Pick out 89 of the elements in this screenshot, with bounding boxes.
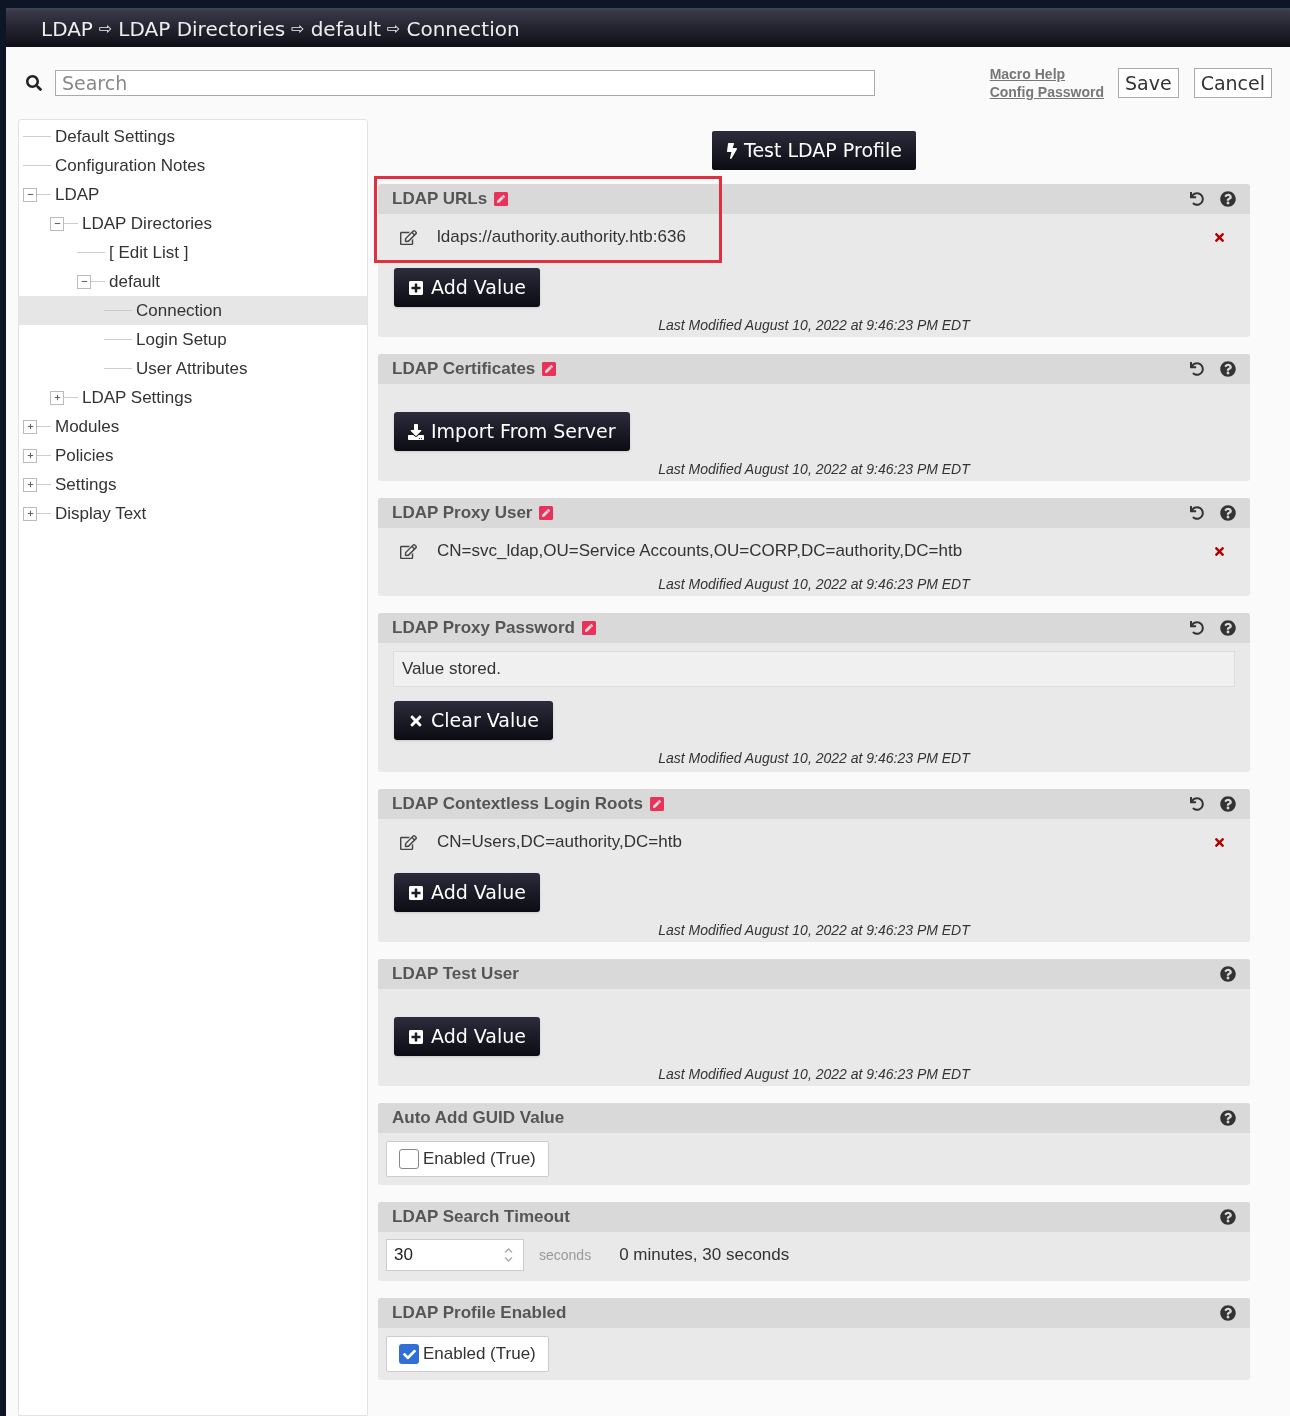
tree-item[interactable]: LDAP Settings — [19, 383, 367, 412]
toolbar-button[interactable]: Cancel — [1193, 68, 1272, 98]
tree-item[interactable]: Settings — [19, 470, 367, 499]
last-modified-text: Last Modified August 10, 2022 at 9:46:23 PM EDT — [658, 461, 970, 477]
panel-title: Auto Add GUID Value — [392, 1107, 565, 1130]
panel-title: LDAP Profile Enabled — [392, 1302, 567, 1325]
reset-icon[interactable] — [1190, 192, 1204, 206]
breadcrumb-item[interactable]: default — [310, 13, 382, 44]
link[interactable]: Config Password — [989, 83, 1104, 101]
last-modified-text: Last Modified August 10, 2022 at 9:46:23 PM EDT — [658, 922, 970, 938]
toolbar-button[interactable]: Save — [1118, 68, 1179, 98]
search-field[interactable]: Search — [54, 70, 875, 96]
panel-title: LDAP Proxy User — [392, 502, 533, 525]
duration-text: 0 minutes, 30 seconds — [619, 1244, 790, 1267]
breadcrumb-item[interactable]: LDAP — [41, 13, 93, 44]
download-icon — [408, 423, 424, 440]
test-button[interactable]: Test LDAP Profile — [712, 131, 916, 170]
expand-icon[interactable] — [23, 419, 37, 434]
value-text: CN=svc_ldap,OU=Service Accounts,OU=CORP,DC=authority,DC=htb — [437, 540, 964, 563]
panel-title: LDAP Test User — [392, 963, 519, 986]
checkbox-option[interactable]: Enabled (True) — [386, 1141, 549, 1177]
search-icon — [26, 75, 42, 91]
tree-item[interactable]: default — [19, 267, 367, 296]
last-modified-text: Last Modified August 10, 2022 at 9:46:23 PM EDT — [658, 317, 970, 333]
panel-title: LDAP Search Timeout — [392, 1206, 570, 1229]
unit-text: seconds — [539, 1245, 592, 1265]
action-button[interactable]: Add Value — [394, 1017, 540, 1056]
expand-icon[interactable] — [23, 506, 37, 521]
action-button[interactable]: Clear Value — [394, 701, 553, 740]
expand-icon[interactable] — [50, 390, 64, 405]
help-icon[interactable] — [1220, 796, 1236, 812]
help-icon[interactable] — [1220, 620, 1236, 636]
delete-icon[interactable] — [1213, 835, 1226, 849]
last-modified-text: Last Modified August 10, 2022 at 9:46:23 PM EDT — [658, 576, 970, 592]
tree-item[interactable]: Display Text — [19, 499, 367, 528]
action-button[interactable]: Import From Server — [394, 412, 630, 451]
tree-item[interactable]: User Attributes — [19, 354, 367, 383]
help-icon[interactable] — [1220, 191, 1236, 207]
tree-item[interactable]: Modules — [19, 412, 367, 441]
reset-icon[interactable] — [1190, 362, 1204, 376]
tree-item[interactable]: [ Edit List ] — [19, 238, 367, 267]
tree-item[interactable]: Default Settings — [19, 122, 367, 151]
help-icon[interactable] — [1220, 361, 1236, 377]
edit-icon[interactable] — [400, 542, 417, 560]
checkbox-option[interactable]: Enabled (True) — [386, 1336, 549, 1372]
separator-arrow: ⇨ — [98, 17, 113, 40]
checkbox[interactable] — [399, 1344, 419, 1364]
delete-icon[interactable] — [1213, 544, 1226, 558]
collapse-icon[interactable] — [50, 216, 64, 231]
help-icon[interactable] — [1220, 966, 1236, 982]
tree-item[interactable]: Connection — [19, 296, 367, 325]
reset-icon[interactable] — [1190, 797, 1204, 811]
help-icon[interactable] — [1220, 1209, 1236, 1225]
panel-title: LDAP URLs — [392, 188, 488, 211]
panel-title: LDAP Certificates — [392, 358, 536, 381]
tree-item[interactable]: Login Setup — [19, 325, 367, 354]
reset-icon[interactable] — [1190, 621, 1204, 635]
help-icon[interactable] — [1220, 505, 1236, 521]
reset-icon[interactable] — [1190, 506, 1204, 520]
stored-value-text: Value stored. — [393, 651, 1235, 687]
tree-item[interactable]: Policies — [19, 441, 367, 470]
tree-item[interactable]: Configuration Notes — [19, 151, 367, 180]
tree-item[interactable]: LDAP Directories — [19, 209, 367, 238]
breadcrumb-item[interactable]: LDAP Directories — [118, 13, 286, 44]
last-modified-text: Last Modified August 10, 2022 at 9:46:23 PM EDT — [658, 1066, 970, 1082]
help-icon[interactable] — [1220, 1305, 1236, 1321]
value-text: ldaps://authority.authority.htb:636 — [437, 226, 687, 249]
checkmark-icon — [402, 1347, 416, 1361]
edit-icon[interactable] — [400, 833, 417, 851]
edit-icon[interactable] — [400, 228, 417, 246]
action-button[interactable]: Add Value — [394, 268, 540, 307]
tree-item[interactable]: LDAP — [19, 180, 367, 209]
collapse-icon[interactable] — [23, 187, 37, 202]
action-button[interactable]: Add Value — [394, 873, 540, 912]
separator-arrow: ⇨ — [291, 17, 305, 40]
expand-icon[interactable] — [23, 477, 37, 492]
link[interactable]: Macro Help — [989, 65, 1104, 83]
help-icon[interactable] — [1220, 1110, 1236, 1126]
expand-icon[interactable] — [23, 448, 37, 463]
value-text: CN=Users,DC=authority,DC=htb — [437, 831, 683, 854]
breadcrumb-item[interactable]: Connection — [406, 13, 520, 44]
collapse-icon[interactable] — [77, 274, 91, 289]
bolt-icon — [726, 142, 739, 159]
delete-icon[interactable] — [1213, 230, 1226, 244]
panel-title: LDAP Contextless Login Roots — [392, 793, 643, 816]
last-modified-text: Last Modified August 10, 2022 at 9:46:23 PM EDT — [658, 750, 970, 766]
checkbox[interactable] — [399, 1149, 419, 1169]
separator-arrow: ⇨ — [387, 17, 401, 40]
panel-title: LDAP Proxy Password — [392, 617, 575, 640]
